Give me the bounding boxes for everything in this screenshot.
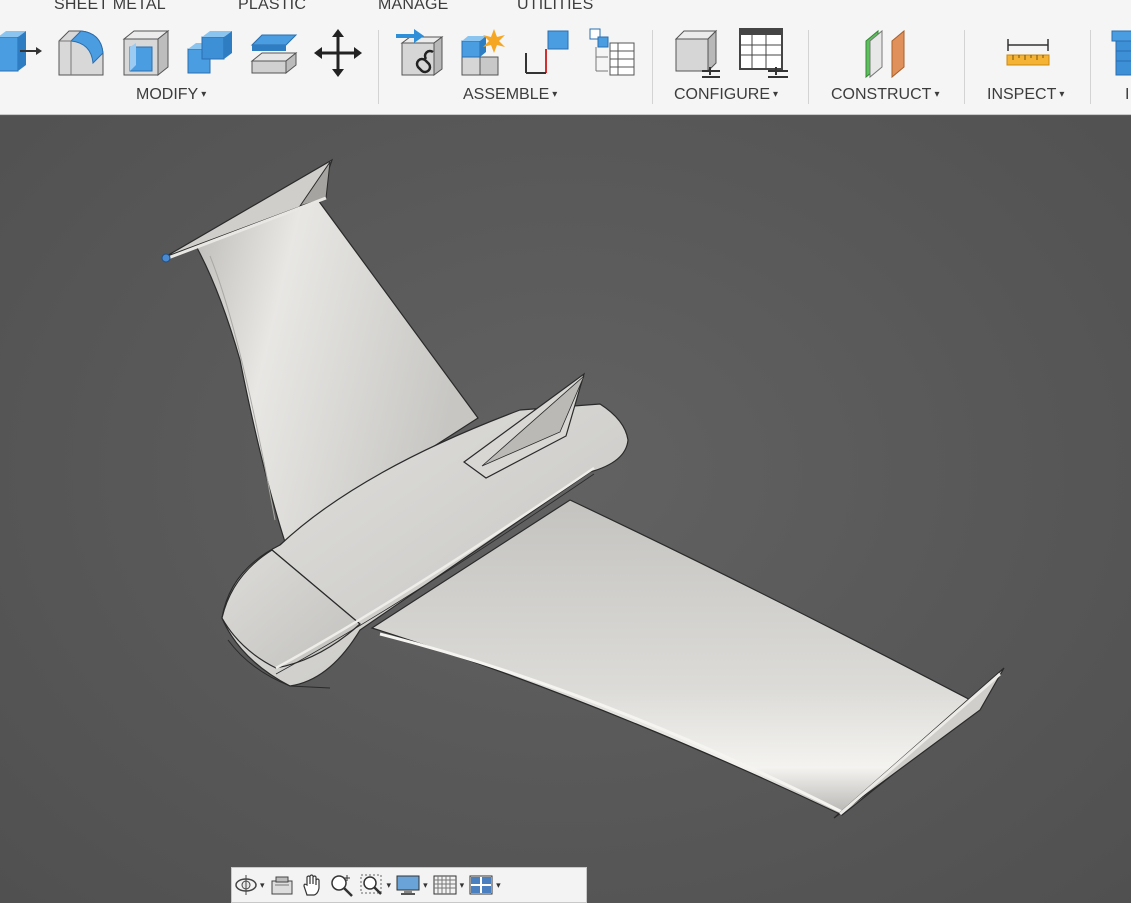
chevron-down-icon: ▾ — [459, 879, 465, 890]
group-construct-label: CONSTRUCT — [831, 86, 932, 103]
look-at-button[interactable] — [269, 870, 295, 900]
joint-icon[interactable] — [458, 27, 508, 79]
group-divider — [1090, 30, 1091, 104]
tab-manage[interactable]: MANAGE — [378, 0, 449, 14]
chevron-down-icon: ▾ — [552, 89, 558, 100]
group-divider — [378, 30, 379, 104]
zoom-button[interactable] — [329, 870, 355, 900]
rigid-group-icon[interactable] — [586, 27, 636, 79]
fit-icon — [360, 874, 382, 895]
tab-plastic[interactable]: PLASTIC — [238, 0, 306, 14]
group-modify-label: MODIFY — [136, 86, 199, 103]
group-configure-menu[interactable]: CONFIGURE ▾ — [674, 86, 778, 104]
chevron-down-icon: ▾ — [1059, 89, 1065, 100]
offset-face-icon[interactable] — [248, 27, 298, 79]
chevron-down-icon: ▾ — [386, 879, 392, 890]
fillet-icon[interactable] — [55, 27, 105, 79]
group-assemble-menu[interactable]: ASSEMBLE ▾ — [463, 86, 557, 104]
grid-settings-icon — [433, 875, 457, 895]
toolbar-ribbon: SHEET METAL PLASTIC MANAGE UTILITIES MOD… — [0, 0, 1131, 115]
group-configure-label: CONFIGURE — [674, 86, 770, 103]
configure-model-icon[interactable] — [672, 27, 722, 79]
chevron-down-icon: ▾ — [260, 879, 265, 890]
fit-button[interactable]: ▾ — [359, 870, 392, 900]
group-construct-menu[interactable]: CONSTRUCT ▾ — [831, 86, 939, 104]
group-assemble-label: ASSEMBLE — [463, 86, 550, 103]
orbit-icon — [235, 875, 257, 895]
group-insert-menu[interactable]: I — [1125, 86, 1129, 104]
new-component-icon[interactable] — [396, 27, 446, 79]
tab-sheet-metal[interactable]: SHEET METAL — [54, 0, 166, 14]
shell-icon[interactable] — [120, 27, 170, 79]
pan-button[interactable] — [299, 870, 325, 900]
combine-icon[interactable] — [184, 27, 234, 79]
viewports-button[interactable]: ▾ — [468, 870, 501, 900]
offset-plane-icon[interactable] — [862, 27, 912, 79]
zoom-icon — [330, 875, 353, 897]
chevron-down-icon: ▾ — [496, 879, 501, 890]
configure-table-icon[interactable] — [738, 27, 788, 79]
navigation-toolbar: ▾ ▾ ▾ ▾ ▾ — [231, 867, 587, 903]
move-copy-icon[interactable] — [313, 27, 363, 79]
pan-icon — [302, 874, 320, 896]
canvas-viewport[interactable] — [0, 116, 1131, 903]
group-inspect-label: INSPECT — [987, 86, 1057, 103]
tab-utilities[interactable]: UTILITIES — [517, 0, 593, 14]
look-at-icon — [271, 876, 293, 895]
grid-settings-button[interactable]: ▾ — [432, 870, 465, 900]
display-settings-icon — [396, 875, 420, 895]
display-settings-button[interactable]: ▾ — [395, 870, 428, 900]
group-modify-menu[interactable]: MODIFY ▾ — [136, 86, 206, 104]
insert-mesh-icon[interactable] — [1108, 27, 1131, 79]
chevron-down-icon: ▾ — [773, 89, 779, 100]
chevron-down-icon: ▾ — [934, 89, 940, 100]
group-inspect-menu[interactable]: INSPECT ▾ — [987, 86, 1064, 104]
group-divider — [652, 30, 653, 104]
group-divider — [964, 30, 965, 104]
orbit-button[interactable]: ▾ — [234, 870, 265, 900]
chevron-down-icon: ▾ — [423, 879, 428, 890]
group-divider — [808, 30, 809, 104]
as-built-joint-icon[interactable] — [522, 27, 572, 79]
press-pull-icon[interactable] — [0, 27, 42, 79]
measure-icon[interactable] — [1004, 27, 1054, 79]
viewports-icon — [469, 875, 493, 895]
flying-wing-model[interactable] — [0, 116, 1131, 903]
chevron-down-icon: ▾ — [201, 89, 207, 100]
